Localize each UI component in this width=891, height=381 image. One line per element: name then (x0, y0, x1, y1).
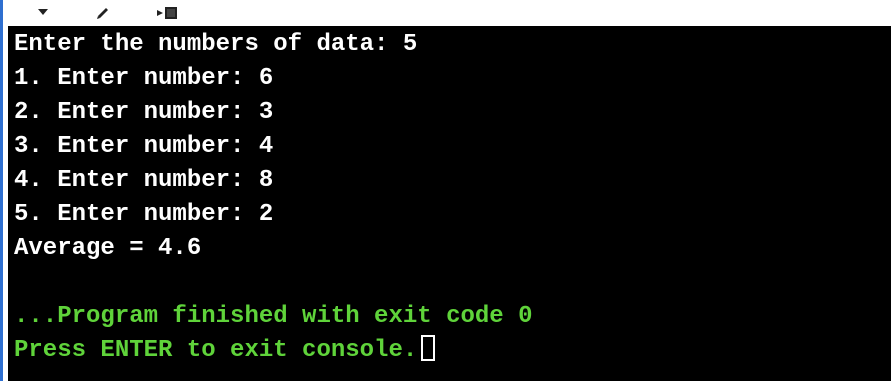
console-line: Enter the numbers of data: 5 (14, 31, 418, 58)
console-gutter (0, 26, 8, 381)
terminal-icon[interactable] (156, 4, 180, 20)
console-line: 4. Enter number: 8 (14, 167, 274, 194)
exit-prompt-line: Press ENTER to exit console. (14, 334, 891, 368)
console-line: Average = 4.6 (14, 235, 202, 262)
console-line: 2. Enter number: 3 (14, 99, 274, 126)
exit-prompt-text: Press ENTER to exit console. (14, 337, 418, 364)
toolbar-accent-bar (0, 0, 3, 26)
console-line: 3. Enter number: 4 (14, 133, 274, 160)
console-output[interactable]: Enter the numbers of data: 5 1. Enter nu… (8, 26, 891, 381)
chevron-down-icon[interactable] (36, 4, 50, 20)
exit-status-line: ...Program finished with exit code 0 (14, 303, 533, 330)
console-line: 1. Enter number: 6 (14, 65, 274, 92)
console-toolbar (0, 0, 891, 26)
console-line: 5. Enter number: 2 (14, 201, 274, 228)
pencil-icon[interactable] (95, 4, 111, 20)
text-cursor[interactable] (421, 335, 436, 361)
